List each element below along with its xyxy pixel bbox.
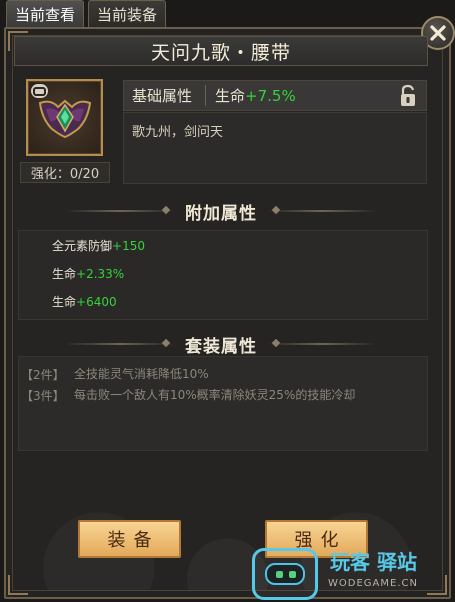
base-attribute-row: 基础属性 生命+7.5% xyxy=(123,80,427,111)
corner-ornament xyxy=(8,575,28,595)
set-bonus-tag: 【3件】 xyxy=(21,389,65,403)
attribute-value: +150 xyxy=(112,239,145,253)
attribute-value: +6400 xyxy=(76,295,117,309)
enhance-level: 强化：0/20 xyxy=(20,162,110,183)
set-bonus-line: 【3件】 每击败一个敌人有10%概率清除妖灵25%的技能冷却 xyxy=(19,387,374,404)
divider xyxy=(267,210,377,212)
robot-face xyxy=(265,563,305,585)
close-icon xyxy=(430,25,446,41)
tab-bar: 当前查看 当前装备 xyxy=(6,0,167,27)
extra-attributes-title: 附加属性 xyxy=(185,203,257,224)
unlock-icon[interactable] xyxy=(398,84,418,108)
equip-button[interactable]: 装备 xyxy=(78,520,181,558)
base-stat-name: 生命 xyxy=(215,87,246,105)
robot-logo-icon xyxy=(252,548,318,600)
set-attributes-header: 套装属性 xyxy=(14,332,428,357)
attribute-line: 生命+2.33% xyxy=(52,265,124,282)
extra-attributes-box: 全元素防御+150 生命+2.33% 生命+6400 xyxy=(18,230,428,320)
watermark-logo: 玩客 驿站 WODEGAME.CN xyxy=(252,546,452,600)
item-title: 天问九歌・腰带 xyxy=(150,41,291,64)
attribute-name: 生命 xyxy=(52,267,77,281)
robot-eye xyxy=(289,571,296,578)
watermark-domain: WODEGAME.CN xyxy=(328,578,418,589)
base-attribute-label: 基础属性 xyxy=(124,85,206,106)
base-stat-value: +7.5% xyxy=(245,87,296,105)
title-bar: 天问九歌・腰带 xyxy=(14,36,428,66)
set-bonus-text: 每击败一个敌人有10%概率清除妖灵25%的技能冷却 xyxy=(74,388,356,402)
belt-icon xyxy=(38,99,92,139)
attribute-name: 生命 xyxy=(52,295,77,309)
base-attribute-value: 生命+7.5% xyxy=(206,85,398,106)
robot-eye xyxy=(276,571,283,578)
divider xyxy=(267,343,377,345)
tab-current-view[interactable]: 当前查看 xyxy=(6,0,85,27)
set-bonus-line: 【2件】 全技能灵气消耗降低10% xyxy=(19,366,374,383)
item-description: 歌九州，剑问天 xyxy=(123,112,427,184)
item-icon-frame[interactable] xyxy=(26,79,103,156)
attribute-value: +2.33% xyxy=(76,267,125,281)
set-bonus-tag: 【2件】 xyxy=(21,368,65,382)
set-bonus-text: 全技能灵气消耗降低10% xyxy=(74,367,209,381)
divider xyxy=(65,210,175,212)
attribute-line: 全元素防御+150 xyxy=(52,237,145,254)
attribute-name: 全元素防御 xyxy=(52,239,113,253)
tab-current-equipment[interactable]: 当前装备 xyxy=(88,0,167,27)
set-attributes-box: 【2件】 全技能灵气消耗降低10% 【3件】 每击败一个敌人有10%概率清除妖灵… xyxy=(18,356,428,451)
extra-attributes-header: 附加属性 xyxy=(14,199,428,224)
watermark-brand: 玩客 驿站 xyxy=(330,550,417,574)
attribute-line: 生命+6400 xyxy=(52,293,117,310)
divider xyxy=(65,343,175,345)
set-attributes-title: 套装属性 xyxy=(185,336,257,357)
